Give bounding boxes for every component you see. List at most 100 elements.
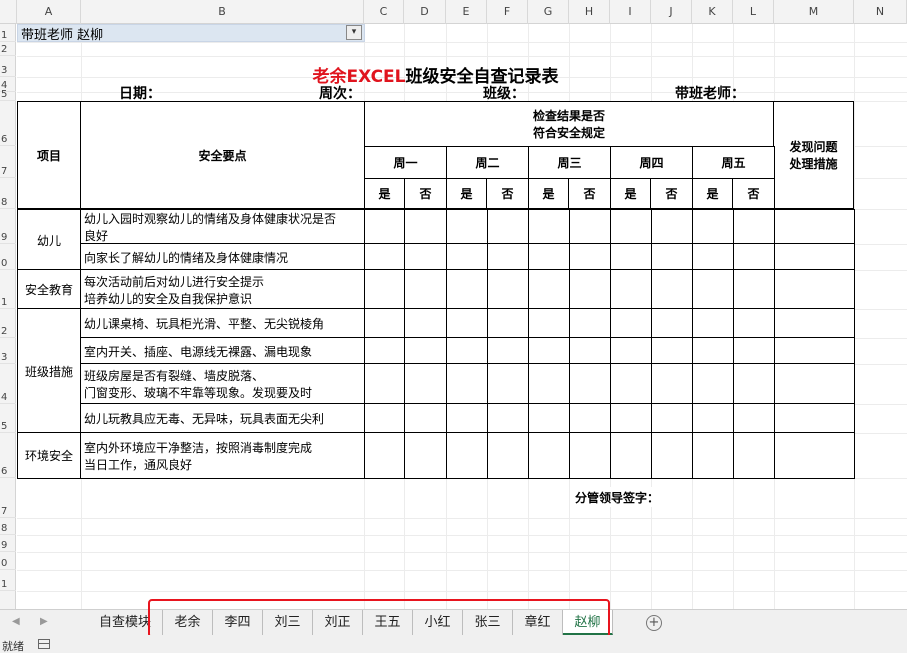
section-name[interactable]: 安全教育 — [17, 269, 81, 310]
check-input-cell[interactable] — [610, 337, 652, 365]
tab-scroll-left-icon[interactable]: ◀ — [12, 616, 20, 627]
findings-input-cell[interactable] — [774, 337, 855, 365]
check-input-cell[interactable] — [733, 209, 775, 245]
check-input-cell[interactable] — [404, 269, 447, 310]
row-header[interactable]: 1 — [0, 270, 16, 309]
column-header-A[interactable]: A — [17, 0, 81, 24]
check-input-cell[interactable] — [733, 337, 775, 365]
check-input-cell[interactable] — [692, 432, 734, 479]
column-header-E[interactable]: E — [446, 0, 487, 24]
check-input-cell[interactable] — [569, 363, 611, 405]
check-input-cell[interactable] — [569, 243, 611, 271]
column-header-F[interactable]: F — [487, 0, 528, 24]
worksheet-grid[interactable]: 带班老师 赵柳 ▾ 老余EXCEL 班级安全自查记录表 日期： 周次： 班级： 带班老师： 项目… — [17, 24, 907, 609]
check-input-cell[interactable] — [692, 209, 734, 245]
check-input-cell[interactable] — [651, 308, 693, 339]
check-input-cell[interactable] — [692, 243, 734, 271]
tab-scroll-right-icon[interactable]: ▶ — [40, 616, 48, 627]
findings-input-cell[interactable] — [774, 363, 855, 405]
header-yes[interactable]: 是 — [446, 178, 487, 209]
row-header[interactable]: 5 — [0, 404, 16, 433]
check-input-cell[interactable] — [569, 337, 611, 365]
row-header[interactable]: 0 — [0, 244, 16, 270]
column-header-B[interactable]: B — [81, 0, 364, 24]
check-input-cell[interactable] — [692, 403, 734, 434]
check-input-cell[interactable] — [692, 308, 734, 339]
add-sheet-icon[interactable]: + — [646, 615, 662, 631]
check-input-cell[interactable] — [692, 363, 734, 405]
row-header[interactable]: 6 — [0, 433, 16, 478]
check-input-cell[interactable] — [404, 337, 447, 365]
row-header[interactable]: 3 — [0, 338, 16, 364]
sheet-tab[interactable]: 小红 — [413, 610, 463, 635]
section-name[interactable]: 环境安全 — [17, 432, 81, 479]
sheet-tab[interactable]: 刘正 — [313, 610, 363, 635]
key-point-cell[interactable]: 室内外环境应干净整洁，按照消毒制度完成 当日工作，通风良好 — [80, 432, 365, 479]
row-header[interactable]: 4 — [0, 364, 16, 404]
header-no[interactable]: 否 — [404, 178, 447, 209]
check-input-cell[interactable] — [610, 243, 652, 271]
column-header-I[interactable]: I — [610, 0, 651, 24]
header-day[interactable]: 周五 — [692, 146, 775, 179]
check-input-cell[interactable] — [528, 432, 570, 479]
check-input-cell[interactable] — [446, 269, 488, 310]
findings-input-cell[interactable] — [774, 243, 855, 271]
sheet-tab[interactable]: 刘三 — [263, 610, 313, 635]
check-input-cell[interactable] — [446, 403, 488, 434]
column-header-M[interactable]: M — [774, 0, 854, 24]
check-input-cell[interactable] — [569, 403, 611, 434]
check-input-cell[interactable] — [733, 308, 775, 339]
column-header-L[interactable]: L — [733, 0, 774, 24]
check-input-cell[interactable] — [610, 209, 652, 245]
check-input-cell[interactable] — [364, 337, 405, 365]
check-input-cell[interactable] — [364, 363, 405, 405]
row-header[interactable]: 6 — [0, 101, 16, 146]
check-input-cell[interactable] — [651, 337, 693, 365]
check-input-cell[interactable] — [528, 363, 570, 405]
select-all-corner[interactable] — [0, 0, 17, 24]
check-input-cell[interactable] — [364, 209, 405, 245]
check-input-cell[interactable] — [487, 432, 529, 479]
row-header[interactable]: 7 — [0, 146, 16, 178]
check-input-cell[interactable] — [651, 209, 693, 245]
check-input-cell[interactable] — [446, 243, 488, 271]
check-input-cell[interactable] — [610, 269, 652, 310]
sheet-tab[interactable]: 章红 — [513, 610, 563, 635]
column-header-J[interactable]: J — [651, 0, 692, 24]
column-header-H[interactable]: H — [569, 0, 610, 24]
check-input-cell[interactable] — [364, 269, 405, 310]
column-header-K[interactable]: K — [692, 0, 733, 24]
check-input-cell[interactable] — [404, 432, 447, 479]
check-input-cell[interactable] — [404, 243, 447, 271]
header-yes[interactable]: 是 — [610, 178, 651, 209]
check-input-cell[interactable] — [487, 209, 529, 245]
row-header[interactable]: 7 — [0, 478, 16, 518]
header-findings[interactable]: 发现问题 处理措施 — [773, 101, 854, 209]
check-input-cell[interactable] — [404, 308, 447, 339]
row-header[interactable]: 8 — [0, 518, 16, 535]
check-input-cell[interactable] — [446, 363, 488, 405]
check-input-cell[interactable] — [569, 209, 611, 245]
row-header[interactable]: 2 — [0, 309, 16, 338]
header-day[interactable]: 周一 — [364, 146, 447, 179]
check-input-cell[interactable] — [733, 403, 775, 434]
header-key-points[interactable]: 安全要点 — [80, 101, 365, 209]
check-input-cell[interactable] — [446, 337, 488, 365]
check-input-cell[interactable] — [528, 269, 570, 310]
check-input-cell[interactable] — [446, 209, 488, 245]
filter-dropdown-icon[interactable]: ▾ — [346, 25, 362, 40]
row-header[interactable]: 3 — [0, 56, 16, 77]
check-input-cell[interactable] — [692, 269, 734, 310]
check-input-cell[interactable] — [446, 308, 488, 339]
check-input-cell[interactable] — [733, 269, 775, 310]
check-input-cell[interactable] — [651, 243, 693, 271]
findings-input-cell[interactable] — [774, 308, 855, 339]
check-input-cell[interactable] — [651, 363, 693, 405]
key-point-cell[interactable]: 室内开关、插座、电源线无裸露、漏电现象 — [80, 337, 365, 365]
check-input-cell[interactable] — [569, 269, 611, 310]
check-input-cell[interactable] — [487, 337, 529, 365]
row-header[interactable]: 9 — [0, 209, 16, 244]
findings-input-cell[interactable] — [774, 403, 855, 434]
check-input-cell[interactable] — [610, 403, 652, 434]
column-header-D[interactable]: D — [404, 0, 446, 24]
